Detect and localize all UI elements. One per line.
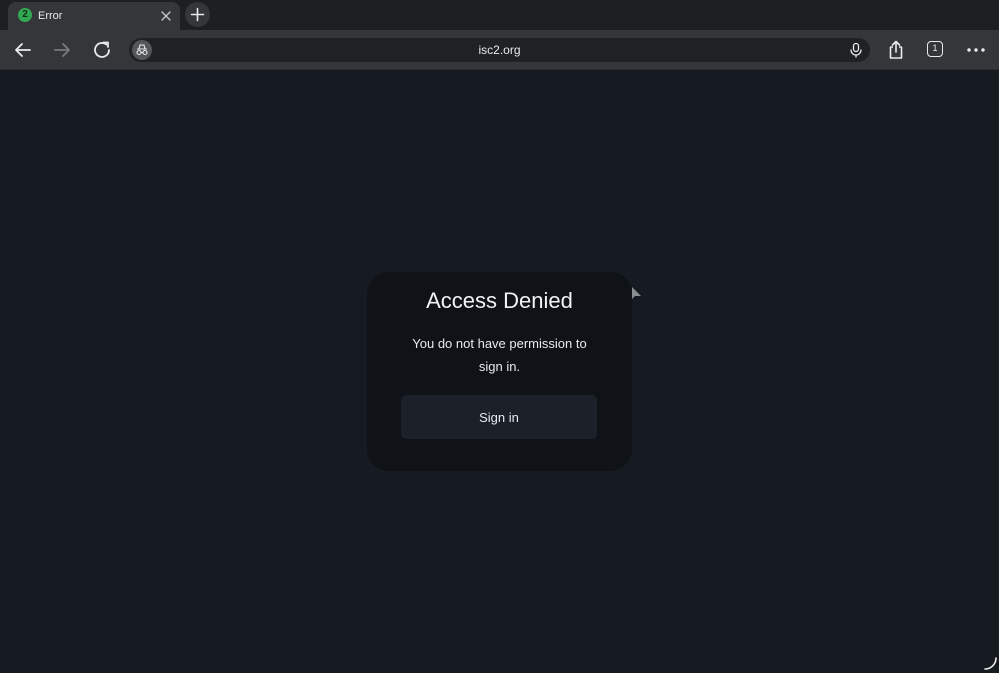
more-menu-button[interactable]: [964, 38, 988, 62]
url-text: isc2.org: [478, 43, 521, 57]
tab-title: Error: [38, 10, 63, 22]
resize-handle-icon[interactable]: [982, 655, 998, 671]
reload-button[interactable]: [90, 38, 114, 62]
reload-icon: [94, 41, 110, 58]
mouse-pointer-icon: [631, 286, 643, 302]
page-title: Access Denied: [426, 288, 573, 313]
plus-icon: [190, 7, 205, 22]
incognito-icon[interactable]: [132, 40, 152, 60]
browser-window: 2 Error isc2.org 1 Access Denied You do …: [0, 0, 999, 673]
share-button[interactable]: [884, 38, 908, 62]
favicon-icon: 2: [18, 8, 32, 22]
arrow-right-icon: [54, 43, 70, 57]
close-icon[interactable]: [158, 8, 174, 24]
sign-in-button[interactable]: Sign in: [401, 395, 597, 439]
access-denied-card: Access Denied You do not have permission…: [367, 272, 632, 471]
tab-error[interactable]: 2 Error: [8, 2, 180, 30]
page-viewport: Access Denied You do not have permission…: [0, 70, 999, 673]
forward-button[interactable]: [50, 38, 74, 62]
new-tab-button[interactable]: [185, 2, 210, 27]
arrow-left-icon: [15, 43, 31, 57]
more-horizontal-icon: [967, 48, 985, 52]
back-button[interactable]: [11, 38, 35, 62]
tab-switcher-button[interactable]: 1: [927, 41, 943, 57]
microphone-icon[interactable]: [847, 41, 865, 59]
browser-toolbar: isc2.org 1: [0, 30, 999, 70]
error-message: You do not have permission to sign in.: [412, 336, 587, 374]
tab-strip: 2 Error: [0, 0, 999, 30]
address-bar[interactable]: isc2.org: [129, 38, 870, 62]
share-icon: [889, 40, 903, 59]
